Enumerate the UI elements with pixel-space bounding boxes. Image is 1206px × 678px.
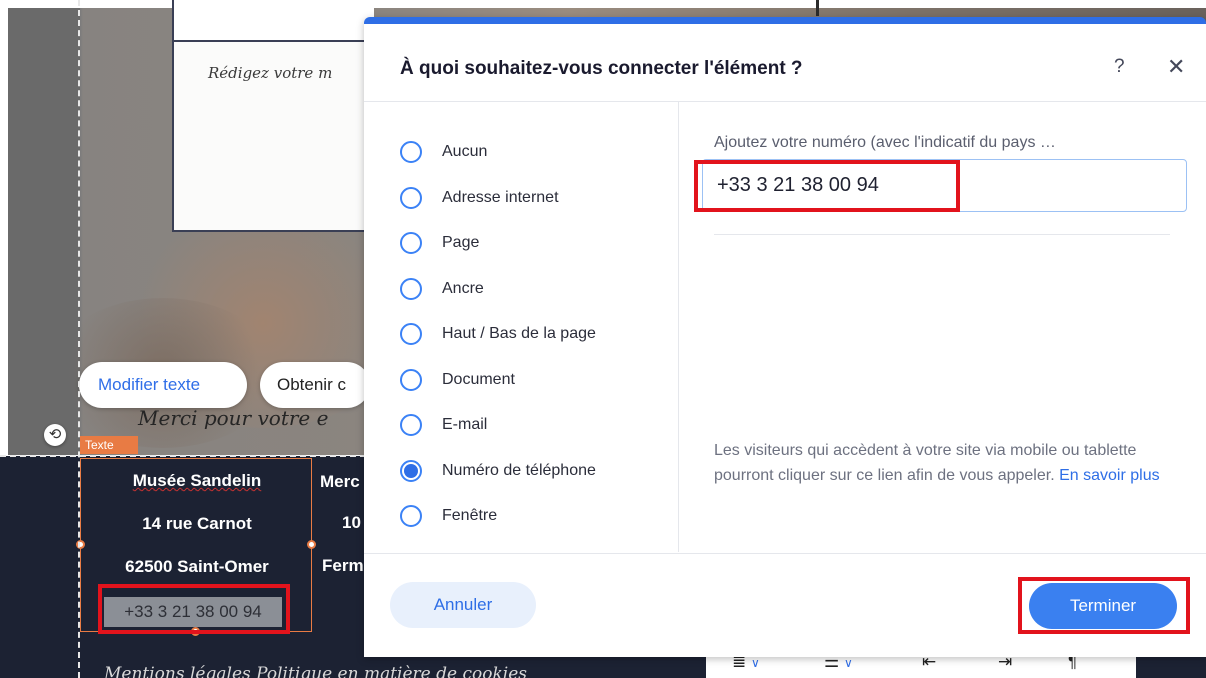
radio-unchecked-icon[interactable] [400, 323, 422, 345]
radio-checked-icon[interactable] [400, 459, 422, 482]
link-type-option[interactable]: Ancre [400, 275, 484, 303]
footer-col2-line2: 10 [342, 513, 361, 532]
link-type-label: Document [442, 370, 515, 388]
element-type-tag: Texte [80, 436, 138, 454]
footer-street: 14 rue Carnot [142, 514, 252, 533]
radio-unchecked-icon[interactable] [400, 414, 422, 436]
link-type-label: Ancre [442, 279, 484, 297]
help-icon[interactable]: ? [1114, 56, 1125, 78]
link-type-label: Adresse internet [442, 188, 559, 206]
help-text: Les visiteurs qui accèdent à votre site … [714, 438, 1174, 488]
link-type-option[interactable]: Page [400, 229, 479, 257]
venue-name-text: Musée Sandelin [132, 471, 262, 490]
footer-divider [364, 553, 1206, 554]
link-type-option[interactable]: Document [400, 366, 515, 394]
obtain-button[interactable]: Obtenir c [260, 362, 370, 408]
footer-col2-line1: Merc [320, 472, 360, 491]
title-divider [364, 101, 1206, 102]
footer-col2-line3: Ferm [322, 556, 364, 575]
guide-line-vertical [78, 0, 80, 678]
rotate-icon[interactable]: ⟲ [44, 424, 66, 446]
radio-unchecked-icon[interactable] [400, 141, 422, 163]
radio-unchecked-icon[interactable] [400, 368, 422, 391]
radio-unchecked-icon[interactable] [400, 232, 422, 254]
cancel-button[interactable]: Annuler [390, 582, 536, 628]
merci-text: Merci pour votre e [138, 406, 329, 430]
radio-unchecked-icon[interactable] [400, 277, 422, 300]
link-type-label: Fenêtre [442, 507, 498, 524]
link-type-label: Page [442, 234, 480, 251]
link-type-option[interactable]: Aucun [400, 138, 487, 166]
close-icon[interactable]: ✕ [1167, 54, 1185, 80]
footer-city: 62500 Saint-Omer [125, 557, 269, 576]
column-divider-dialog [678, 102, 679, 552]
phone-field-label: Ajoutez votre numéro (avec l'indicatif d… [714, 134, 1056, 151]
link-type-option[interactable]: Fenêtre [400, 502, 497, 530]
text-card[interactable]: Rédigez votre m [172, 40, 374, 232]
text-card-placeholder: Rédigez votre m [208, 64, 333, 82]
link-dialog: À quoi souhaitez-vous connecter l'élémen… [364, 17, 1206, 657]
highlight-footer-phone [98, 584, 290, 634]
link-type-option[interactable]: Numéro de téléphone [400, 457, 596, 485]
learn-more-link[interactable]: En savoir plus [1059, 467, 1160, 484]
column-divider [816, 0, 819, 16]
text-card-top [172, 0, 374, 42]
link-type-option[interactable]: Haut / Bas de la page [400, 320, 596, 348]
radio-unchecked-icon[interactable] [400, 186, 422, 209]
link-type-label: Aucun [442, 143, 488, 160]
dialog-title: À quoi souhaitez-vous connecter l'élémen… [400, 58, 803, 79]
field-divider [714, 234, 1170, 235]
link-type-label: Haut / Bas de la page [442, 325, 596, 342]
link-type-option[interactable]: Adresse internet [400, 184, 559, 212]
radio-unchecked-icon[interactable] [400, 505, 422, 527]
link-type-option[interactable]: E-mail [400, 411, 487, 439]
link-type-label: Numéro de téléphone [442, 461, 596, 479]
resize-handle-right[interactable] [307, 540, 316, 549]
highlight-phone-input [694, 160, 960, 212]
highlight-done-button [1018, 577, 1190, 634]
edit-text-button[interactable]: Modifier texte [79, 362, 247, 408]
footer-venue-name: Musée Sandelin [81, 471, 313, 491]
link-type-label: E-mail [442, 416, 488, 433]
footer-links[interactable]: Mentions légales Politique en matière de… [104, 664, 527, 678]
